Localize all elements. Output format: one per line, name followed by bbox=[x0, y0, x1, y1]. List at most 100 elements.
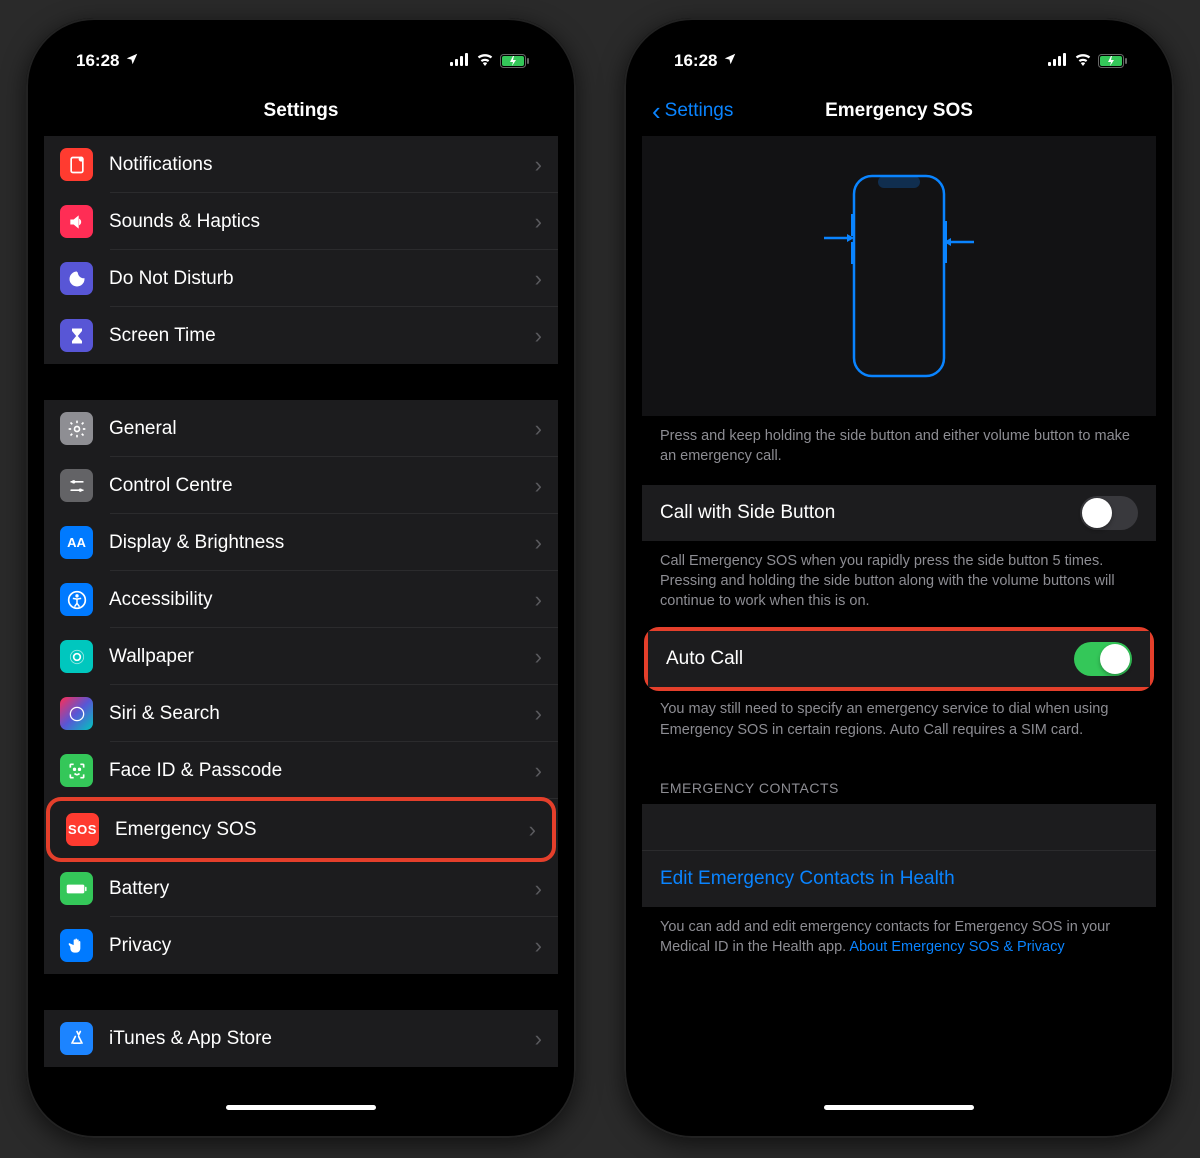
row-display[interactable]: AA Display & Brightness › bbox=[44, 514, 558, 571]
chevron-right-icon: › bbox=[535, 530, 542, 556]
sos-icon: SOS bbox=[66, 813, 99, 846]
row-sounds[interactable]: Sounds & Haptics › bbox=[44, 193, 558, 250]
row-privacy[interactable]: Privacy › bbox=[44, 917, 558, 974]
row-label: Control Centre bbox=[109, 475, 535, 497]
sos-content[interactable]: Press and keep holding the side button a… bbox=[642, 136, 1156, 1120]
row-siri[interactable]: Siri & Search › bbox=[44, 685, 558, 742]
toggle-label: Auto Call bbox=[666, 648, 743, 670]
siri-icon bbox=[60, 697, 93, 730]
row-dnd[interactable]: Do Not Disturb › bbox=[44, 250, 558, 307]
call-side-help: Call Emergency SOS when you rapidly pres… bbox=[642, 541, 1156, 630]
notch bbox=[789, 36, 1009, 70]
phone-right: 16:28 ‹ Settings bbox=[624, 18, 1174, 1138]
highlight-auto-call: Auto Call bbox=[644, 627, 1154, 691]
home-indicator[interactable] bbox=[226, 1105, 376, 1110]
row-control-centre[interactable]: Control Centre › bbox=[44, 457, 558, 514]
page-title: Emergency SOS bbox=[825, 100, 973, 122]
signal-icon bbox=[1048, 51, 1068, 71]
row-wallpaper[interactable]: Wallpaper › bbox=[44, 628, 558, 685]
faceid-icon bbox=[60, 754, 93, 787]
row-label: Notifications bbox=[109, 154, 535, 176]
row-notifications[interactable]: Notifications › bbox=[44, 136, 558, 193]
chevron-right-icon: › bbox=[535, 933, 542, 959]
appstore-icon bbox=[60, 1022, 93, 1055]
row-faceid[interactable]: Face ID & Passcode › bbox=[44, 742, 558, 799]
control-centre-icon bbox=[60, 469, 93, 502]
row-label: iTunes & App Store bbox=[109, 1028, 535, 1050]
row-label: Sounds & Haptics bbox=[109, 211, 535, 233]
contacts-help: You can add and edit emergency contacts … bbox=[642, 907, 1156, 976]
back-label: Settings bbox=[665, 100, 734, 122]
chevron-right-icon: › bbox=[535, 876, 542, 902]
chevron-right-icon: › bbox=[535, 644, 542, 670]
dnd-icon bbox=[60, 262, 93, 295]
row-battery[interactable]: Battery › bbox=[44, 860, 558, 917]
navbar: Settings bbox=[44, 86, 558, 136]
privacy-link[interactable]: About Emergency SOS & Privacy bbox=[849, 939, 1064, 955]
emergency-contacts-header: EMERGENCY CONTACTS bbox=[642, 758, 1156, 804]
auto-call-help: You may still need to specify an emergen… bbox=[642, 689, 1156, 758]
row-label: General bbox=[109, 418, 535, 440]
location-icon bbox=[125, 51, 139, 71]
edit-contacts-link[interactable]: Edit Emergency Contacts in Health bbox=[642, 851, 1156, 907]
privacy-icon bbox=[60, 929, 93, 962]
contacts-empty bbox=[642, 804, 1156, 850]
row-appstore[interactable]: iTunes & App Store › bbox=[44, 1010, 558, 1067]
sos-illustration bbox=[642, 136, 1156, 416]
row-call-side-button[interactable]: Call with Side Button bbox=[642, 485, 1156, 541]
signal-icon bbox=[450, 51, 470, 71]
row-label: Do Not Disturb bbox=[109, 268, 535, 290]
sounds-icon bbox=[60, 205, 93, 238]
accessibility-icon bbox=[60, 583, 93, 616]
chevron-right-icon: › bbox=[535, 1026, 542, 1052]
page-title: Settings bbox=[264, 100, 339, 122]
chevron-right-icon: › bbox=[535, 758, 542, 784]
wifi-icon bbox=[476, 51, 494, 71]
gear-icon bbox=[60, 412, 93, 445]
chevron-left-icon: ‹ bbox=[652, 98, 661, 124]
back-button[interactable]: ‹ Settings bbox=[652, 98, 733, 124]
settings-list[interactable]: Notifications › Sounds & Haptics › Do No… bbox=[44, 136, 558, 1120]
chevron-right-icon: › bbox=[535, 152, 542, 178]
row-general[interactable]: General › bbox=[44, 400, 558, 457]
row-label: Wallpaper bbox=[109, 646, 535, 668]
row-label: Battery bbox=[109, 878, 535, 900]
row-label: Siri & Search bbox=[109, 703, 535, 725]
settings-group-3: iTunes & App Store › bbox=[44, 1010, 558, 1067]
toggle-auto-call[interactable] bbox=[1074, 642, 1132, 676]
notifications-icon bbox=[60, 148, 93, 181]
settings-group-1: Notifications › Sounds & Haptics › Do No… bbox=[44, 136, 558, 364]
screentime-icon bbox=[60, 319, 93, 352]
phone-left: 16:28 Settings bbox=[26, 18, 576, 1138]
wifi-icon bbox=[1074, 51, 1092, 71]
display-icon: AA bbox=[60, 526, 93, 559]
battery-charging-icon bbox=[1098, 54, 1128, 68]
battery-icon bbox=[60, 872, 93, 905]
highlight-emergency-sos: SOS Emergency SOS › bbox=[46, 797, 556, 862]
row-label: Privacy bbox=[109, 935, 535, 957]
row-label: Display & Brightness bbox=[109, 532, 535, 554]
battery-charging-icon bbox=[500, 54, 530, 68]
chevron-right-icon: › bbox=[535, 473, 542, 499]
chevron-right-icon: › bbox=[529, 817, 536, 843]
row-label: Screen Time bbox=[109, 325, 535, 347]
home-indicator[interactable] bbox=[824, 1105, 974, 1110]
status-time: 16:28 bbox=[674, 51, 717, 71]
row-auto-call[interactable]: Auto Call bbox=[648, 631, 1150, 687]
chevron-right-icon: › bbox=[535, 266, 542, 292]
toggle-label: Call with Side Button bbox=[660, 502, 835, 524]
chevron-right-icon: › bbox=[535, 587, 542, 613]
row-emergency-sos[interactable]: SOS Emergency SOS › bbox=[50, 801, 552, 858]
location-icon bbox=[723, 51, 737, 71]
row-accessibility[interactable]: Accessibility › bbox=[44, 571, 558, 628]
chevron-right-icon: › bbox=[535, 209, 542, 235]
row-label: Accessibility bbox=[109, 589, 535, 611]
row-label: Emergency SOS bbox=[115, 819, 529, 841]
row-screentime[interactable]: Screen Time › bbox=[44, 307, 558, 364]
navbar: ‹ Settings Emergency SOS bbox=[642, 86, 1156, 136]
chevron-right-icon: › bbox=[535, 323, 542, 349]
status-time: 16:28 bbox=[76, 51, 119, 71]
toggle-call-side-button[interactable] bbox=[1080, 496, 1138, 530]
row-label: Face ID & Passcode bbox=[109, 760, 535, 782]
notch bbox=[191, 36, 411, 70]
